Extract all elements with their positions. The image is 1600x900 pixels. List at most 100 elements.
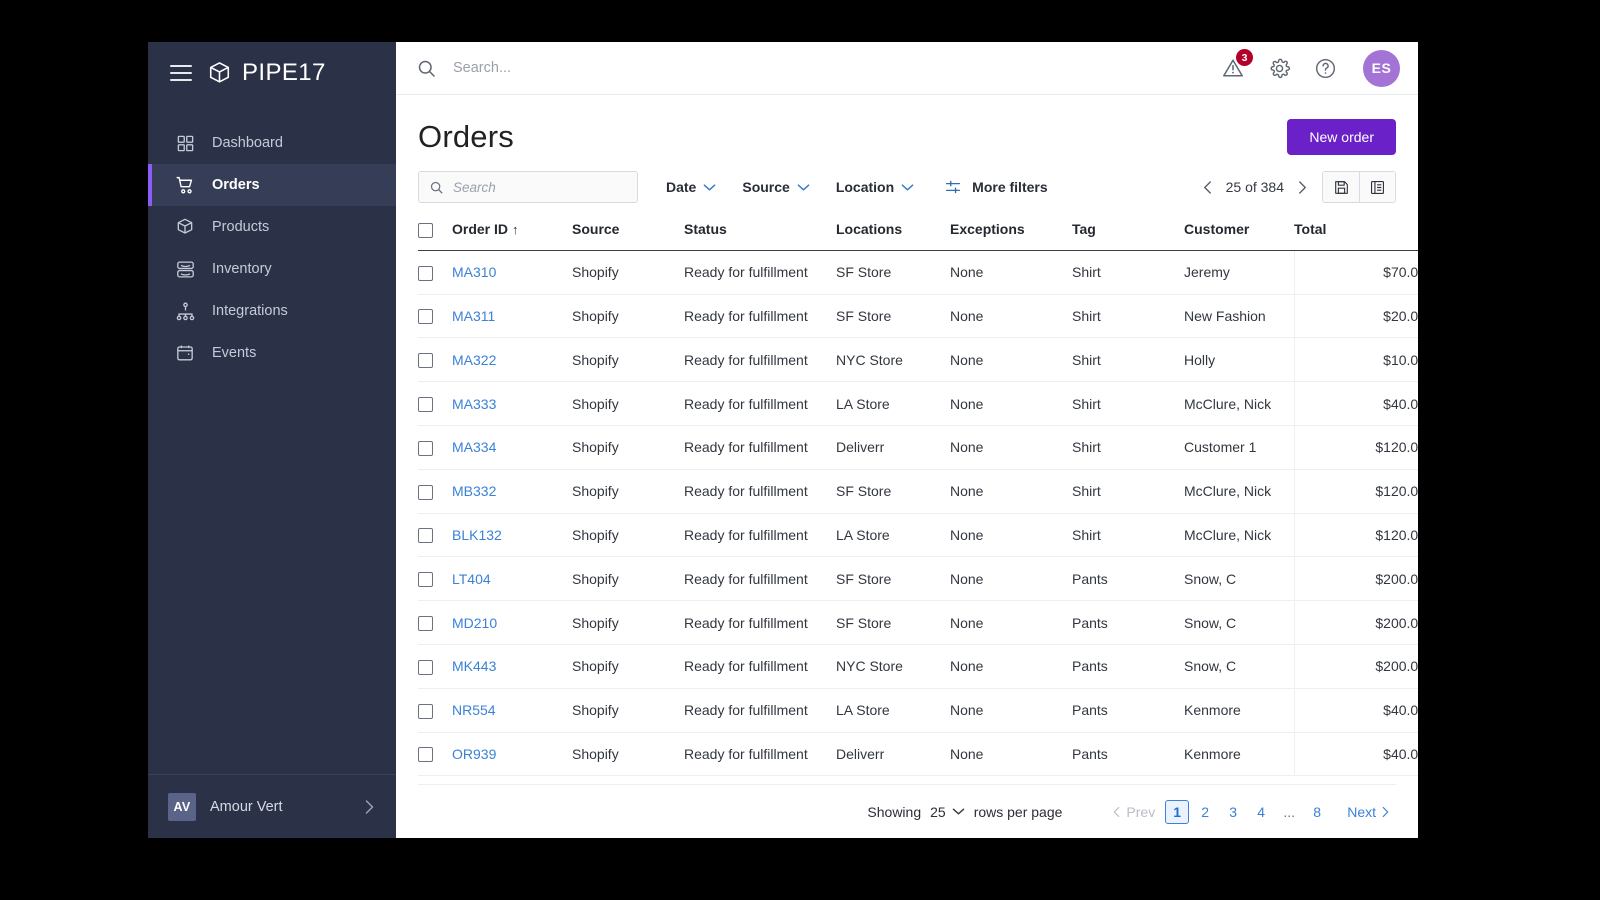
order-id-link[interactable]: OR939 — [452, 746, 496, 762]
row-checkbox[interactable] — [418, 659, 433, 675]
sidebar-item-products[interactable]: Products — [148, 206, 396, 248]
page-button-4[interactable]: 4 — [1249, 800, 1273, 824]
cell-order-id: OR939 — [452, 732, 572, 777]
order-id-link[interactable]: BLK132 — [452, 527, 502, 543]
order-id-link[interactable]: MA334 — [452, 439, 496, 455]
page-links: Prev 1 2 3 4... 8 Next — [1106, 799, 1396, 824]
row-checkbox[interactable] — [418, 747, 433, 763]
table-row[interactable]: MD210 Shopify Ready for fulfillment SF Stor… — [418, 600, 1418, 645]
page-button-8[interactable]: 8 — [1305, 800, 1329, 824]
row-checkbox[interactable] — [418, 353, 433, 369]
next-page-button[interactable]: Next — [1341, 800, 1396, 824]
account-initials-badge: AV — [168, 792, 196, 821]
row-select-cell — [418, 513, 452, 558]
sidebar-item-dashboard[interactable]: Dashboard — [148, 122, 396, 164]
order-id-link[interactable]: MK443 — [452, 658, 496, 674]
chevron-right-icon[interactable] — [1297, 179, 1308, 196]
page-button-1[interactable]: 1 — [1165, 799, 1190, 824]
toolbar-right: 25 of 384 — [1202, 171, 1396, 203]
column-header-source[interactable]: Source — [572, 215, 684, 251]
column-header-locations[interactable]: Locations — [836, 215, 950, 251]
order-id-link[interactable]: MB332 — [452, 483, 496, 499]
column-header-total[interactable]: Total — [1294, 215, 1418, 251]
rows-per-page-select[interactable]: 25 — [930, 804, 965, 820]
alerts-count-badge: 3 — [1236, 49, 1253, 66]
row-checkbox[interactable] — [418, 309, 433, 325]
order-id-link[interactable]: LT404 — [452, 571, 491, 587]
order-id-link[interactable]: MA311 — [452, 308, 495, 324]
page-button-3[interactable]: 3 — [1221, 800, 1245, 824]
row-checkbox[interactable] — [418, 528, 433, 544]
table-search-input[interactable] — [453, 179, 627, 195]
table-row[interactable]: OR939 Shopify Ready for fulfillment Deliver… — [418, 732, 1418, 777]
question-circle-icon[interactable] — [1313, 56, 1337, 80]
order-id-link[interactable]: MA310 — [452, 264, 496, 280]
cell-status: Ready for fulfillment — [684, 469, 836, 514]
row-checkbox[interactable] — [418, 396, 433, 412]
table-search[interactable] — [418, 171, 638, 203]
table-row[interactable]: MA334 Shopify Ready for fulfillment Deliver… — [418, 425, 1418, 470]
table-row[interactable]: LT404 Shopify Ready for fulfillment SF Stor… — [418, 556, 1418, 602]
row-select-cell — [418, 600, 452, 645]
filter-location[interactable]: Location — [836, 179, 914, 195]
table-row[interactable]: MA310 Shopify Ready for fulfillment SF Stor… — [418, 250, 1418, 295]
sidebar-item-integrations[interactable]: Integrations — [148, 290, 396, 332]
prev-page-button[interactable]: Prev — [1106, 800, 1161, 824]
column-header-exceptions[interactable]: Exceptions — [950, 215, 1072, 251]
order-id-link[interactable]: MA322 — [452, 352, 496, 368]
grid-icon — [174, 132, 196, 154]
table-view-button[interactable] — [1359, 172, 1395, 202]
row-checkbox[interactable] — [418, 615, 433, 631]
select-all-checkbox[interactable] — [418, 222, 433, 238]
chevron-left-icon[interactable] — [1202, 179, 1213, 196]
prev-label: Prev — [1126, 803, 1156, 820]
table-row[interactable]: BLK132 Shopify Ready for fulfillment LA Sto… — [418, 513, 1418, 558]
filter-source[interactable]: Source — [742, 179, 810, 195]
filter-group: Date Source Location — [666, 179, 914, 195]
cell-locations: SF Store — [836, 469, 950, 514]
cell-source: Shopify — [572, 250, 684, 295]
column-header-customer[interactable]: Customer — [1184, 215, 1294, 251]
gear-icon[interactable] — [1267, 56, 1291, 80]
row-checkbox[interactable] — [418, 440, 433, 456]
table-row[interactable]: MK443 Shopify Ready for fulfillment NYC Sto… — [418, 644, 1418, 689]
save-view-button[interactable] — [1323, 172, 1359, 202]
cell-exceptions: None — [950, 250, 1072, 295]
order-id-link[interactable]: NR554 — [452, 702, 496, 718]
search-input[interactable] — [453, 60, 1221, 76]
calendar-icon — [174, 342, 196, 364]
filter-date[interactable]: Date — [666, 179, 716, 195]
more-filters-button[interactable]: More filters — [944, 178, 1048, 196]
global-search[interactable] — [416, 58, 1221, 79]
cell-tag: Pants — [1072, 600, 1184, 645]
orders-table-container: Order ID ↑ Source Status Locations Except… — [396, 215, 1418, 784]
row-checkbox[interactable] — [418, 703, 433, 719]
avatar[interactable]: ES — [1363, 49, 1400, 87]
sidebar-item-events[interactable]: Events — [148, 332, 396, 374]
warning-triangle-icon[interactable]: 3 — [1221, 49, 1253, 80]
sidebar-item-label: Orders — [212, 177, 260, 193]
page-button-2[interactable]: 2 — [1193, 800, 1217, 824]
order-id-link[interactable]: MA333 — [452, 396, 496, 412]
column-header-order-id[interactable]: Order ID ↑ — [452, 215, 572, 251]
row-checkbox[interactable] — [418, 572, 433, 588]
hamburger-icon[interactable] — [170, 65, 192, 81]
sidebar-account[interactable]: AV Amour Vert — [148, 774, 396, 838]
table-row[interactable]: MA333 Shopify Ready for fulfillment LA Stor… — [418, 381, 1418, 426]
table-row[interactable]: MB332 Shopify Ready for fulfillment SF Stor… — [418, 469, 1418, 514]
table-row[interactable]: NR554 Shopify Ready for fulfillment LA Stor… — [418, 688, 1418, 733]
new-order-button[interactable]: New order — [1287, 119, 1396, 155]
column-header-tag[interactable]: Tag — [1072, 215, 1184, 251]
row-checkbox[interactable] — [418, 484, 433, 500]
table-row[interactable]: MA311 Shopify Ready for fulfillment SF Stor… — [418, 294, 1418, 339]
row-checkbox[interactable] — [418, 265, 433, 281]
cell-order-id: MA333 — [452, 381, 572, 426]
layers-icon — [174, 258, 196, 280]
order-id-link[interactable]: MD210 — [452, 615, 497, 631]
rows-per-page-label: rows per page — [973, 803, 1063, 820]
sidebar-item-orders[interactable]: Orders — [148, 164, 396, 206]
column-header-status[interactable]: Status — [684, 215, 836, 251]
brand-logo[interactable]: PIPE17 — [206, 59, 326, 87]
sidebar-item-inventory[interactable]: Inventory — [148, 248, 396, 290]
table-row[interactable]: MA322 Shopify Ready for fulfillment NYC Sto… — [418, 337, 1418, 383]
